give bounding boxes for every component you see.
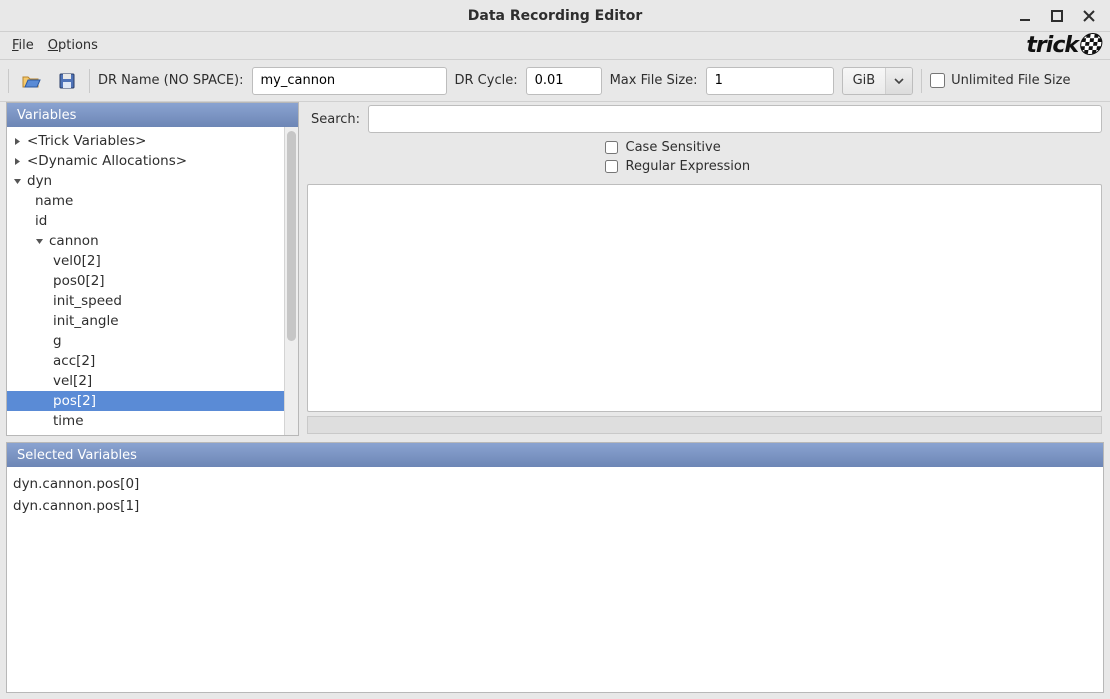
dr-cycle-input[interactable] xyxy=(526,67,602,95)
menu-file[interactable]: File xyxy=(8,36,38,55)
variables-tree-body: <Trick Variables> <Dynamic Allocations> … xyxy=(7,127,298,435)
list-item-label: dyn.cannon.pos[0] xyxy=(13,476,139,492)
status-strip xyxy=(307,416,1102,434)
tree-node-dyn-name[interactable]: name xyxy=(7,191,284,211)
close-button[interactable] xyxy=(1080,7,1098,25)
close-icon xyxy=(1082,9,1096,23)
tree-node-dyn-id[interactable]: id xyxy=(7,211,284,231)
regex-checkbox[interactable] xyxy=(605,160,618,173)
dr-name-label: DR Name (NO SPACE): xyxy=(98,73,244,88)
search-input[interactable] xyxy=(368,105,1102,133)
variables-tree[interactable]: <Trick Variables> <Dynamic Allocations> … xyxy=(7,127,284,435)
tree-node-label: time xyxy=(53,411,84,431)
caret-expanded-icon xyxy=(33,235,45,247)
caret-expanded-icon xyxy=(11,175,23,187)
variables-scrollbar[interactable] xyxy=(284,127,298,435)
tree-node-label: <Trick Variables> xyxy=(27,131,146,151)
tree-node-label: acc[2] xyxy=(53,351,95,371)
caret-collapsed-icon xyxy=(11,135,23,147)
chevron-down-icon xyxy=(894,76,904,86)
maximize-icon xyxy=(1050,9,1064,23)
search-label: Search: xyxy=(311,112,360,127)
menu-options-rest: ptions xyxy=(58,38,98,53)
scrollbar-thumb[interactable] xyxy=(287,131,296,341)
tree-node-pos[interactable]: pos[2] xyxy=(7,391,284,411)
case-sensitive-label: Case Sensitive xyxy=(626,140,721,155)
unlimited-file-size-checkbox[interactable] xyxy=(930,73,945,88)
minimize-icon xyxy=(1018,9,1032,23)
size-unit-label: GiB xyxy=(843,68,887,94)
open-button[interactable] xyxy=(17,67,45,95)
folder-open-icon xyxy=(21,71,41,91)
size-unit-caret[interactable] xyxy=(886,68,912,94)
case-sensitive-checkbox[interactable] xyxy=(605,141,618,154)
unlimited-file-size-label: Unlimited File Size xyxy=(951,73,1070,88)
tree-node-g[interactable]: g xyxy=(7,331,284,351)
tree-node-time[interactable]: time xyxy=(7,411,284,431)
tree-node-init-speed[interactable]: init_speed xyxy=(7,291,284,311)
separator xyxy=(89,69,90,93)
tree-node-dyn-cannon[interactable]: cannon xyxy=(7,231,284,251)
tree-node-dynamic-allocations[interactable]: <Dynamic Allocations> xyxy=(7,151,284,171)
floppy-disk-icon xyxy=(57,71,77,91)
list-item-label: dyn.cannon.pos[1] xyxy=(13,498,139,514)
right-panel: Search: Case Sensitive Regular Expressio… xyxy=(305,102,1104,436)
caret-collapsed-icon xyxy=(11,155,23,167)
dr-name-input[interactable] xyxy=(252,67,447,95)
tree-node-vel0[interactable]: vel0[2] xyxy=(7,251,284,271)
tree-node-acc[interactable]: acc[2] xyxy=(7,351,284,371)
search-row: Search: xyxy=(305,102,1104,136)
tree-node-trick-variables[interactable]: <Trick Variables> xyxy=(7,131,284,151)
dr-cycle-label: DR Cycle: xyxy=(455,73,518,88)
tree-node-label: pos[2] xyxy=(53,391,96,411)
tree-node-dyn[interactable]: dyn xyxy=(7,171,284,191)
maximize-button[interactable] xyxy=(1048,7,1066,25)
variables-panel: Variables <Trick Variables> <Dynamic All… xyxy=(6,102,299,436)
menu-file-rest: ile xyxy=(19,38,34,53)
save-button[interactable] xyxy=(53,67,81,95)
tree-node-pos0[interactable]: pos0[2] xyxy=(7,271,284,291)
tree-node-label: cannon xyxy=(49,231,99,251)
max-file-size-label: Max File Size: xyxy=(610,73,698,88)
tree-node-label: <Dynamic Allocations> xyxy=(27,151,187,171)
tree-node-label: dyn xyxy=(27,171,52,191)
tree-node-label: vel0[2] xyxy=(53,251,101,271)
list-item[interactable]: dyn.cannon.pos[0] xyxy=(11,473,1099,495)
brand-logo: trick xyxy=(1026,33,1102,58)
max-file-size-input[interactable] xyxy=(706,67,834,95)
selected-variables-header: Selected Variables xyxy=(7,443,1103,467)
tree-node-label: vel[2] xyxy=(53,371,92,391)
regex-label: Regular Expression xyxy=(626,159,751,174)
checkered-flag-icon xyxy=(1079,33,1104,55)
tree-node-label: init_speed xyxy=(53,291,122,311)
tree-node-init-angle[interactable]: init_angle xyxy=(7,311,284,331)
search-options: Case Sensitive Regular Expression xyxy=(305,136,1104,182)
tree-node-label: g xyxy=(53,331,62,351)
unlimited-file-size-row: Unlimited File Size xyxy=(930,73,1070,88)
tree-node-label: pos0[2] xyxy=(53,271,105,291)
selected-variables-list[interactable]: dyn.cannon.pos[0] dyn.cannon.pos[1] xyxy=(7,467,1103,692)
search-results-box[interactable] xyxy=(307,184,1102,412)
tree-node-vel[interactable]: vel[2] xyxy=(7,371,284,391)
titlebar: Data Recording Editor xyxy=(0,0,1110,32)
variables-panel-header: Variables xyxy=(7,103,298,127)
separator xyxy=(921,69,922,93)
toolbar: DR Name (NO SPACE): DR Cycle: Max File S… xyxy=(0,60,1110,102)
menubar: File File Options Options trick xyxy=(0,32,1110,60)
list-item[interactable]: dyn.cannon.pos[1] xyxy=(11,495,1099,517)
middle-split: Variables <Trick Variables> <Dynamic All… xyxy=(0,102,1110,442)
window-title: Data Recording Editor xyxy=(0,8,1110,24)
tree-node-label: init_angle xyxy=(53,311,119,331)
window-controls xyxy=(1016,7,1110,25)
tree-node-label: id xyxy=(35,211,47,231)
minimize-button[interactable] xyxy=(1016,7,1034,25)
size-unit-dropdown[interactable]: GiB xyxy=(842,67,914,95)
selected-variables-panel: Selected Variables dyn.cannon.pos[0] dyn… xyxy=(6,442,1104,693)
menu-options[interactable]: Options xyxy=(44,36,102,55)
brand-text: trick xyxy=(1026,33,1078,58)
tree-node-label: name xyxy=(35,191,73,211)
separator xyxy=(8,69,9,93)
